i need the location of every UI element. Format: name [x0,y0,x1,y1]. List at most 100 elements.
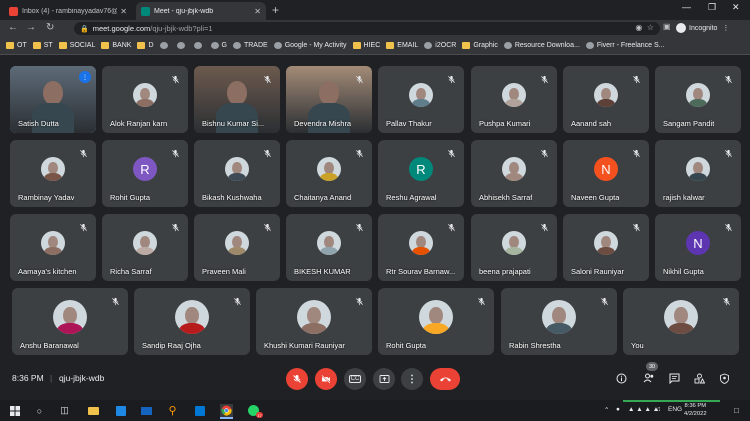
participant-tile[interactable]: You [623,288,739,355]
participant-tile[interactable]: Bikash Kushwaha [194,140,280,207]
search-app-icon[interactable]: ⚲ [166,404,179,417]
bookmark-item[interactable] [159,42,171,49]
participant-tile[interactable]: Rambinay Yadav [10,140,96,207]
maximize-icon[interactable]: ❐ [708,2,716,13]
windows-taskbar: ○ ◫ ⚲ 17 ⌃ ● ▲ ▲ ▲ ▲ ♫ ENG 8:36 PM 4/2/2… [0,400,750,421]
participant-tile[interactable]: Pallav Thakur [378,66,464,133]
participant-name: Nikhil Gupta [663,267,704,276]
bookmark-item[interactable]: EMAIL [386,42,418,49]
participant-tile[interactable]: Rtr Sourav Barnaw... [378,214,464,281]
browser-tab[interactable]: Meet - qju-jbjk-wdb ✕ [136,2,266,20]
meeting-details-button[interactable] [614,371,628,385]
file-explorer-icon[interactable] [87,404,100,417]
participant-tile[interactable]: Sandip Raaj Ojha [134,288,250,355]
participant-tile[interactable]: Rabin Shrestha [501,288,617,355]
new-tab-button[interactable]: + [272,3,279,17]
participant-tile[interactable]: Aanand sah [563,66,649,133]
microphone-tray-icon[interactable]: ● [616,406,620,413]
close-tab-icon[interactable]: ✕ [254,7,261,16]
windows-start-icon[interactable] [8,404,21,417]
bookmark-item[interactable] [193,42,205,49]
reading-list-icon[interactable]: ▣ [663,22,671,31]
participant-tile[interactable]: Bishnu Kumar Si... [194,66,280,133]
participant-tile[interactable]: Richa Sarraf [102,214,188,281]
bookmark-item[interactable]: SOCIAL [58,42,95,49]
participant-tile[interactable]: Pushpa Kumari [471,66,557,133]
participant-tile[interactable]: BIKESH KUMAR [286,214,372,281]
reload-icon[interactable]: ↻ [46,22,54,33]
participant-tile[interactable]: rajish kalwar [655,140,741,207]
more-options-button[interactable]: ⋮ [401,368,423,390]
menu-icon[interactable]: ⋮ [722,24,729,32]
participant-name: Sandip Raaj Ojha [142,341,201,350]
bookmark-item[interactable]: i2OCR [424,42,456,49]
back-icon[interactable]: ← [8,22,18,33]
taskbar-clock[interactable]: 8:36 PM 4/2/2022 [684,402,707,418]
chrome-taskbar-icon[interactable] [220,404,233,419]
bookmark-item[interactable]: HIEC [352,42,380,49]
participant-tile[interactable]: Rohit Gupta [378,288,494,355]
close-tab-icon[interactable]: ✕ [120,7,127,16]
present-button[interactable] [373,368,395,390]
participant-tile[interactable]: Anshu Baranawal [12,288,128,355]
tray-app-icons[interactable]: ▲ ▲ ▲ ▲ [628,406,659,413]
participant-tile[interactable]: Devendra Mishra [286,66,372,133]
browser-tab[interactable]: Inbox (4) - rambinayyadav76@g ✕ [4,2,132,20]
participant-tile[interactable]: Alok Ranjan karn [102,66,188,133]
participant-tile[interactable]: R Rohit Gupta [102,140,188,207]
people-button[interactable]: 30 [642,362,658,385]
participant-tile[interactable]: beena prajapati [471,214,557,281]
bookmark-item[interactable]: BANK [101,42,131,49]
notification-icon[interactable]: □ [734,406,739,415]
participant-tile[interactable]: N Naveen Gupta [563,140,649,207]
mic-toggle-button[interactable] [286,368,308,390]
language-indicator[interactable]: ENG [668,406,682,413]
chat-button[interactable] [667,371,681,385]
bookmark-item[interactable]: D [137,42,154,49]
activities-button[interactable] [692,371,706,385]
bookmark-item[interactable]: ST [32,42,53,49]
store-icon[interactable] [114,404,127,417]
participant-tile[interactable]: Sangam Pandit [655,66,741,133]
url-bar[interactable]: 🔒 meet.google.com/qju-jbjk-wdb?pli=1 ◉ ☆ [74,22,660,35]
participant-tile[interactable]: Chaitanya Anand [286,140,372,207]
show-hidden-icons-icon[interactable]: ⌃ [604,406,609,414]
participant-tile[interactable]: Abhisekh Sarraf [471,140,557,207]
bookmark-item[interactable]: Resource Downloa... [503,42,580,49]
camera-toggle-button[interactable] [315,368,337,390]
bookmark-item[interactable]: G [210,42,227,49]
participant-tile[interactable]: ⋮ Satish Dutta [10,66,96,133]
participant-tile[interactable]: Praveen Mali [194,214,280,281]
captions-button[interactable]: CC [344,368,366,390]
search-icon[interactable]: ○ [33,404,46,417]
task-view-icon[interactable]: ◫ [58,404,71,417]
mic-muted-icon [171,145,180,158]
participant-avatar [175,300,209,335]
bookmark-item[interactable]: Google - My Activity [273,42,347,49]
participant-tile[interactable]: Khushi Kumari Rauniyar [256,288,372,355]
participant-tile[interactable]: Saloni Rauniyar [563,214,649,281]
participant-tile[interactable]: N Nikhil Gupta [655,214,741,281]
bookmark-item[interactable] [176,42,188,49]
volume-icon[interactable]: ♫ [656,406,661,413]
bookmark-item[interactable]: TRADE [232,42,268,49]
outlook-icon[interactable] [193,404,206,417]
mail-icon[interactable] [140,404,153,417]
whatsapp-icon[interactable]: 17 [247,404,263,418]
camera-permission-icon[interactable]: ◉ ☆ [635,23,654,32]
host-controls-button[interactable] [717,371,731,385]
profile-menu[interactable]: Incognito ⋮ [676,23,729,33]
participant-tile[interactable]: R Reshu Agrawal [378,140,464,207]
minimize-icon[interactable]: — [682,2,691,12]
bookmark-item[interactable]: Fiverr - Freelance S... [585,42,665,49]
bookmark-label: Fiverr - Freelance S... [596,42,665,49]
close-window-icon[interactable]: ✕ [732,2,740,13]
participant-name: Pallav Thakur [386,119,432,128]
leave-call-button[interactable] [430,368,460,390]
tab-favicon-icon [141,6,150,16]
participant-name: Richa Sarraf [110,267,152,276]
forward-icon[interactable]: → [26,22,36,33]
participant-tile[interactable]: Aamaya's kitchen [10,214,96,281]
bookmark-item[interactable]: OT [6,42,27,49]
bookmark-item[interactable]: Graphic [462,42,498,49]
